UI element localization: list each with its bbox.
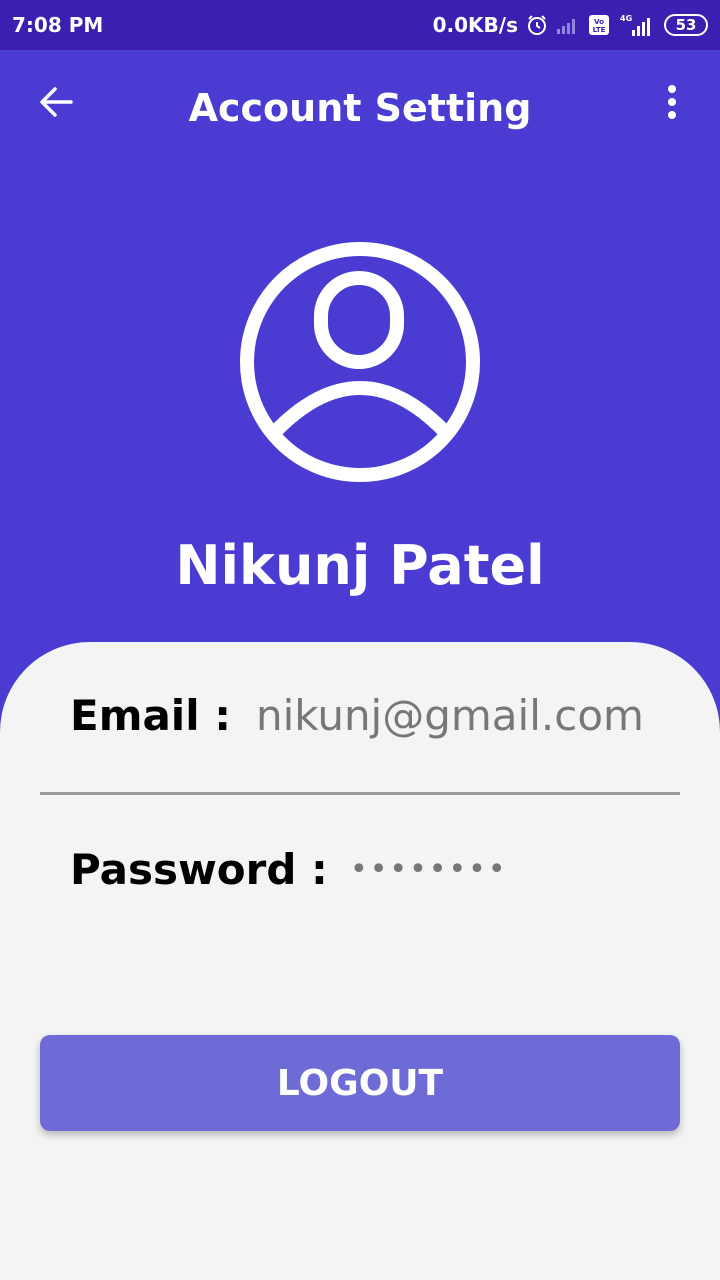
password-value: •••••••• [350, 852, 508, 887]
alarm-icon [526, 14, 548, 36]
svg-text:Vo: Vo [594, 18, 604, 26]
app-bar: Account Setting [0, 50, 720, 166]
avatar [238, 240, 482, 484]
password-label: Password : [70, 845, 328, 894]
more-options-button[interactable] [648, 80, 696, 128]
network-speed: 0.0KB/s [432, 13, 518, 37]
network-type-label: 4G [620, 14, 632, 23]
user-name: Nikunj Patel [175, 534, 545, 597]
more-vert-icon [666, 84, 678, 125]
status-indicators: 0.0KB/s Vo LTE 4G 53 [433, 13, 708, 37]
logout-button[interactable]: LOGOUT [40, 1035, 680, 1131]
status-time: 7:08 PM [12, 13, 104, 37]
divider [40, 792, 680, 795]
signal-4g-icon: 4G [618, 13, 656, 37]
svg-text:LTE: LTE [593, 26, 606, 34]
email-label: Email : [70, 691, 232, 740]
status-bar: 7:08 PM 0.0KB/s Vo LTE 4G 53 [0, 0, 720, 50]
email-value: nikunj@gmail.com [256, 691, 644, 740]
volte-icon: Vo LTE [588, 14, 610, 36]
signal-icon [556, 15, 580, 35]
account-circle-icon [240, 242, 480, 482]
battery-icon: 53 [664, 14, 708, 36]
page-title: Account Setting [188, 86, 532, 130]
battery-level: 53 [675, 15, 697, 34]
